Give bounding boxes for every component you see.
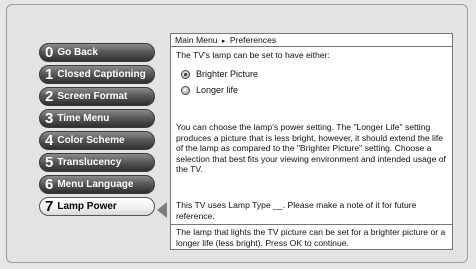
menu-item-color-scheme[interactable]: 4 Color Scheme — [39, 131, 155, 150]
radio-selected-icon[interactable] — [181, 69, 190, 79]
breadcrumb-arrow-icon: ▸ — [221, 38, 226, 45]
menu-item-number: 5 — [45, 154, 54, 171]
breadcrumb-main-menu[interactable]: Main Menu — [175, 35, 218, 45]
help-text: The lamp that lights the TV picture can … — [171, 224, 452, 250]
breadcrumb: Main Menu ▸ Preferences — [171, 34, 452, 47]
menu-item-number: 1 — [45, 66, 54, 83]
menu-item-number: 7 — [45, 198, 54, 215]
menu-item-number: 0 — [45, 44, 54, 61]
menu-item-label: Menu Language — [57, 179, 134, 190]
menu-item-label: Time Menu — [57, 113, 110, 124]
menu-item-label: Lamp Power — [57, 201, 117, 212]
menu-item-menu-language[interactable]: 6 Menu Language — [39, 175, 155, 194]
menu-item-label: Translucency — [57, 157, 122, 168]
option-longer-life[interactable]: Longer life — [181, 85, 452, 95]
lamp-type-note: This TV uses Lamp Type __. Please make a… — [176, 200, 417, 221]
menu-item-label: Screen Format — [57, 91, 128, 102]
option-label: Brighter Picture — [196, 69, 259, 79]
menu-item-time-menu[interactable]: 3 Time Menu — [39, 109, 155, 128]
menu-item-number: 2 — [45, 88, 54, 105]
lamp-intro-text: The TV's lamp can be set to have either: — [176, 50, 330, 60]
menu-item-number: 4 — [45, 132, 54, 149]
menu-item-go-back[interactable]: 0 Go Back — [39, 43, 155, 62]
menu-item-closed-captioning[interactable]: 1 Closed Captioning — [39, 65, 155, 84]
menu-item-screen-format[interactable]: 2 Screen Format — [39, 87, 155, 106]
menu-item-lamp-power[interactable]: 7 Lamp Power — [39, 197, 155, 216]
lamp-power-panel: Main Menu ▸ Preferences The TV's lamp ca… — [170, 33, 453, 250]
selection-pointer-icon — [157, 202, 167, 218]
menu-item-label: Go Back — [57, 47, 98, 58]
menu-item-translucency[interactable]: 5 Translucency — [39, 153, 155, 172]
menu-item-label: Color Scheme — [57, 135, 125, 146]
preferences-menu: 0 Go Back 1 Closed Captioning 2 Screen F… — [39, 43, 155, 219]
menu-item-label: Closed Captioning — [57, 69, 146, 80]
option-label: Longer life — [196, 85, 239, 95]
option-brighter-picture[interactable]: Brighter Picture — [181, 69, 452, 79]
breadcrumb-preferences[interactable]: Preferences — [230, 35, 276, 45]
radio-unselected-icon[interactable] — [181, 85, 190, 95]
tv-screen: 0 Go Back 1 Closed Captioning 2 Screen F… — [6, 4, 468, 263]
lamp-description: You can choose the lamp's power setting.… — [176, 122, 446, 174]
menu-item-number: 6 — [45, 176, 54, 193]
menu-item-number: 3 — [45, 110, 54, 127]
